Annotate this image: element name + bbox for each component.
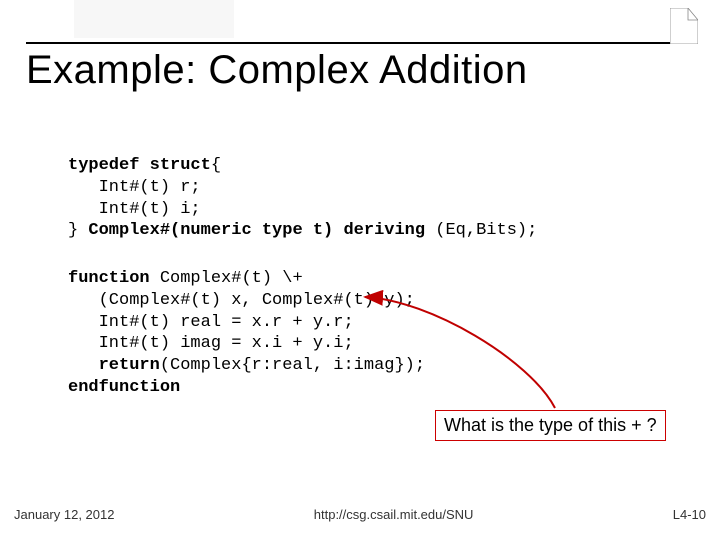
- kw-function: function: [68, 269, 150, 288]
- footer-url: http://csg.csail.mit.edu/SNU: [314, 507, 474, 522]
- title-rule: [26, 42, 694, 44]
- kw-endfunction: endfunction: [68, 378, 180, 397]
- kw-complex: Complex: [88, 221, 159, 240]
- dogear-icon: [670, 8, 698, 44]
- kw-return: return: [99, 356, 160, 375]
- code-text: (Complex#(t) x, Complex#(t) y);: [68, 291, 415, 310]
- footer-date: January 12, 2012: [14, 507, 114, 522]
- code-text: [68, 356, 99, 375]
- code-text: Complex#(t) \+: [150, 269, 303, 288]
- slide-title: Example: Complex Addition: [26, 48, 694, 93]
- footer-page: L4-10: [673, 507, 706, 522]
- kw-typedef: typedef struct: [68, 156, 211, 175]
- callout-box: What is the type of this + ?: [435, 410, 666, 441]
- code-typedef: typedef struct{ Int#(t) r; Int#(t) i; } …: [68, 155, 668, 242]
- top-shade: [74, 0, 234, 38]
- code-text: (Eq,Bits);: [435, 221, 537, 240]
- code-text: Int#(t) r;: [68, 178, 201, 197]
- code-text: Int#(t) imag = x.i + y.i;: [68, 334, 354, 353]
- code-text: {: [211, 156, 221, 175]
- code-text: Int#(t) real = x.r + y.r;: [68, 313, 354, 332]
- kw-deriving: #(numeric type t) deriving: [160, 221, 435, 240]
- title-block: Example: Complex Addition: [26, 42, 694, 93]
- code-text: Int#(t) i;: [68, 200, 201, 219]
- code-function: function Complex#(t) \+ (Complex#(t) x, …: [68, 268, 668, 399]
- code-text: }: [68, 221, 88, 240]
- footer: January 12, 2012 http://csg.csail.mit.ed…: [14, 507, 706, 522]
- code-text: (Complex{r:real, i:imag});: [160, 356, 425, 375]
